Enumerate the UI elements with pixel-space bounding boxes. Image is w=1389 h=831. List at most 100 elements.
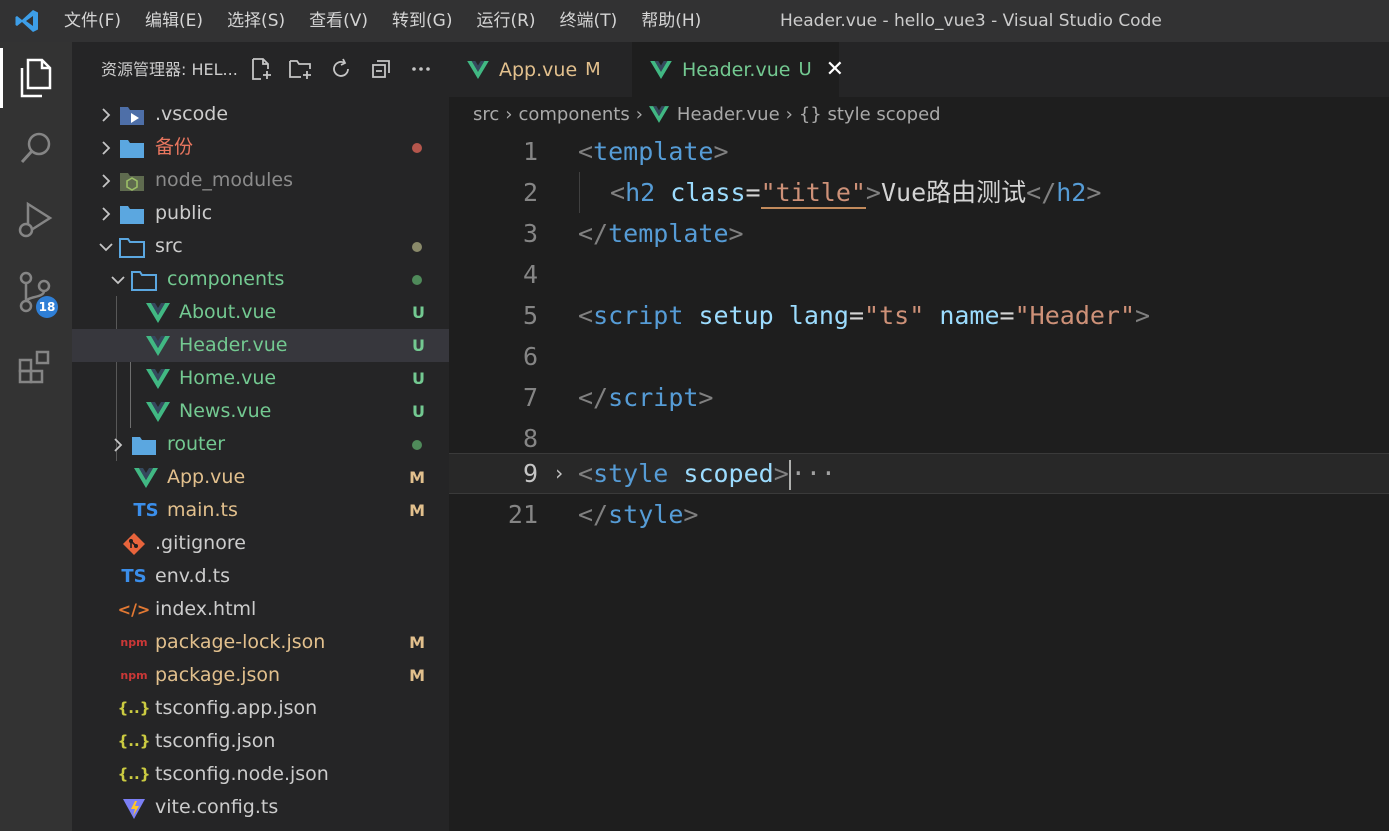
html-file-icon: </> xyxy=(117,600,151,619)
typescript-file-icon: TS xyxy=(133,500,159,521)
vscode-folder-icon xyxy=(118,98,146,131)
breadcrumb-file[interactable]: Header.vue xyxy=(677,104,780,125)
tree-item-tsconfig-node-json[interactable]: {..} tsconfig.node.json xyxy=(72,758,449,791)
tree-item-label: main.ts xyxy=(167,499,238,521)
collapse-all-icon[interactable] xyxy=(368,56,394,82)
more-actions-icon[interactable] xyxy=(408,56,434,82)
chevron-right-icon xyxy=(98,164,114,197)
fold-chevron-right-icon[interactable]: › xyxy=(553,454,565,493)
refresh-icon[interactable] xyxy=(328,56,354,82)
tree-item-about-vue[interactable]: About.vue U xyxy=(72,296,449,329)
menu-run[interactable]: 运行(R) xyxy=(464,0,547,42)
tree-item-label: Header.vue xyxy=(179,334,288,356)
tab-label: Header.vue xyxy=(682,58,791,81)
tree-item-label: router xyxy=(167,433,226,455)
code-line-current: 9 › <style scoped>··· xyxy=(449,453,1389,494)
tree-item-header-vue[interactable]: Header.vue U xyxy=(72,329,449,362)
tree-item-gitignore[interactable]: .gitignore xyxy=(72,527,449,560)
explorer-title: 资源管理器: HEL... xyxy=(101,60,238,79)
vue-file-icon xyxy=(144,329,172,362)
tree-item-tsconfig-json[interactable]: {..} tsconfig.json xyxy=(72,725,449,758)
folder-icon xyxy=(130,428,158,461)
git-file-icon xyxy=(120,527,148,560)
new-folder-icon[interactable] xyxy=(288,56,314,82)
source-control-icon[interactable]: 18 xyxy=(0,258,72,326)
chevron-down-icon xyxy=(98,230,114,263)
line-number: 5 xyxy=(522,301,538,330)
tree-item-label: tsconfig.json xyxy=(155,730,276,752)
menu-help[interactable]: 帮助(H) xyxy=(629,0,713,42)
tab-header-vue[interactable]: Header.vue U ✕ xyxy=(632,42,844,97)
new-file-icon[interactable] xyxy=(248,56,274,82)
untracked-dot-icon xyxy=(412,275,422,285)
tab-app-vue[interactable]: App.vue M xyxy=(449,42,632,97)
tree-item-app-vue[interactable]: App.vue M xyxy=(72,461,449,494)
tab-untracked-status: U xyxy=(798,59,812,80)
menu-bar: 文件(F) 编辑(E) 选择(S) 查看(V) 转到(G) 运行(R) 终端(T… xyxy=(54,0,713,42)
tree-item-env-d-ts[interactable]: TS env.d.ts xyxy=(72,560,449,593)
vscode-logo-icon xyxy=(0,0,54,42)
menu-selection[interactable]: 选择(S) xyxy=(215,0,297,42)
menu-terminal[interactable]: 终端(T) xyxy=(548,0,630,42)
untracked-status: U xyxy=(412,402,425,421)
code-line: 1 <template> xyxy=(449,131,1389,172)
tree-item-components[interactable]: components xyxy=(72,263,449,296)
tree-item-router[interactable]: router xyxy=(72,428,449,461)
tree-item-label: node_modules xyxy=(155,169,294,191)
json-file-icon: {..} xyxy=(117,732,151,750)
line-number: 6 xyxy=(522,342,538,371)
breadcrumb: src › components › Header.vue › {} style… xyxy=(449,97,1389,131)
menu-view[interactable]: 查看(V) xyxy=(297,0,380,42)
chevron-right-icon xyxy=(98,131,114,164)
tree-item-tsconfig-app-json[interactable]: {..} tsconfig.app.json xyxy=(72,692,449,725)
tree-item-label: env.d.ts xyxy=(155,565,230,587)
vue-file-icon xyxy=(144,362,172,395)
npm-file-icon: npm xyxy=(120,669,148,682)
line-number: 2 xyxy=(522,178,538,207)
extensions-icon[interactable] xyxy=(0,332,72,400)
source-control-badge: 18 xyxy=(36,296,58,318)
breadcrumb-src[interactable]: src xyxy=(473,104,499,125)
tree-item-vite-config-ts[interactable]: vite.config.ts xyxy=(72,791,449,824)
untracked-status: U xyxy=(412,336,425,355)
close-icon[interactable]: ✕ xyxy=(826,57,844,82)
modified-dot-icon xyxy=(412,242,422,252)
menu-go[interactable]: 转到(G) xyxy=(380,0,464,42)
breadcrumb-components[interactable]: components xyxy=(518,104,629,125)
tree-item-package-lock-json[interactable]: npm package-lock.json M xyxy=(72,626,449,659)
tree-item-node-modules[interactable]: node_modules xyxy=(72,164,449,197)
tree-item-index-html[interactable]: </> index.html xyxy=(72,593,449,626)
tree-item-home-vue[interactable]: Home.vue U xyxy=(72,362,449,395)
line-number: 9 xyxy=(522,459,538,488)
tree-item-package-json[interactable]: npm package.json M xyxy=(72,659,449,692)
code-line: 6 xyxy=(449,336,1389,377)
explorer-header: 资源管理器: HEL... xyxy=(72,42,449,98)
code-line: 2 <h2 class="title">Vue路由测试</h2> xyxy=(449,172,1389,213)
code-editor[interactable]: 1 <template> 2 <h2 class="title">Vue路由测试… xyxy=(449,131,1389,831)
tree-item-src[interactable]: src xyxy=(72,230,449,263)
tree-item-backup[interactable]: 备份 xyxy=(72,131,449,164)
tree-item-news-vue[interactable]: News.vue U xyxy=(72,395,449,428)
tab-label: App.vue xyxy=(499,58,578,81)
folded-ellipsis[interactable]: ··· xyxy=(791,459,836,488)
line-number: 1 xyxy=(522,137,538,166)
untracked-status: U xyxy=(412,303,425,322)
tree-item-vscode[interactable]: .vscode xyxy=(72,98,449,131)
tree-item-main-ts[interactable]: TS main.ts M xyxy=(72,494,449,527)
explorer-icon[interactable] xyxy=(0,44,72,112)
folder-icon xyxy=(118,197,146,230)
tree-item-label: App.vue xyxy=(167,466,246,488)
line-number: 21 xyxy=(507,500,538,529)
untracked-status: U xyxy=(412,369,425,388)
breadcrumb-symbol[interactable]: {} style scoped xyxy=(799,104,941,125)
vue-file-icon xyxy=(648,105,669,123)
tree-item-label: Home.vue xyxy=(179,367,277,389)
search-icon[interactable] xyxy=(0,114,72,182)
tree-item-label: .gitignore xyxy=(155,532,246,554)
run-debug-icon[interactable] xyxy=(0,186,72,254)
tree-item-public[interactable]: public xyxy=(72,197,449,230)
menu-edit[interactable]: 编辑(E) xyxy=(133,0,215,42)
vue-file-icon xyxy=(144,296,172,329)
folder-open-icon xyxy=(130,263,158,296)
menu-file[interactable]: 文件(F) xyxy=(54,0,133,42)
